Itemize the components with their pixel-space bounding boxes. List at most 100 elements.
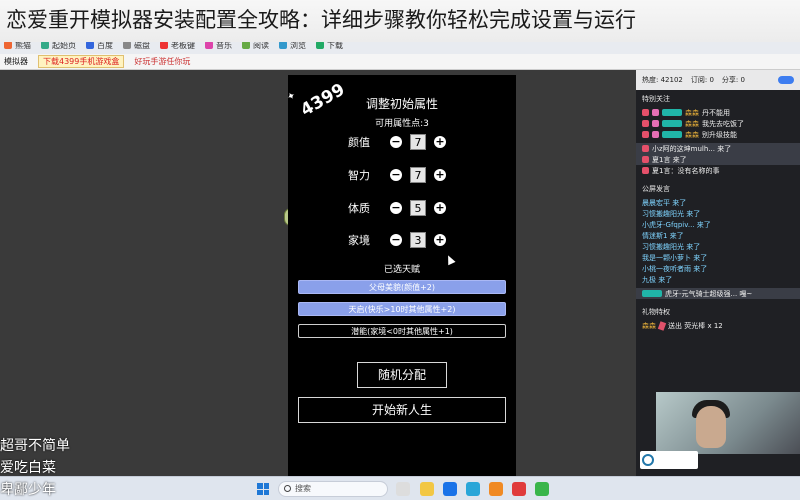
entry-message: 夏1言 来了 xyxy=(636,154,800,165)
increase-button[interactable]: + xyxy=(434,234,446,246)
chat-username[interactable]: 森森 xyxy=(685,119,699,129)
public-text: 我是一颗小萝卜 来了 xyxy=(642,253,708,262)
public-message: 小虎牙-Gfqpiv... 来了 xyxy=(636,219,800,230)
attribute-row-family: 家境 − 3 + xyxy=(348,231,446,249)
gift-message: 森森 送出 荧光棒 x 12 xyxy=(636,320,800,331)
gift-text: 送出 荧光棒 x 12 xyxy=(668,321,723,330)
public-text: 情迷斯1 来了 xyxy=(642,231,684,240)
user-icon xyxy=(642,167,649,174)
logo-circle-icon xyxy=(642,454,654,466)
panda-icon xyxy=(4,41,12,49)
increase-button[interactable]: + xyxy=(434,169,446,181)
public-message: 小桃一夜听者雨 来了 xyxy=(636,263,800,274)
chat-message: 森森 我先去吃饭了 xyxy=(636,118,800,129)
chat-text: 丹不能用 xyxy=(702,108,730,117)
public-chat-header: 公屏发言 xyxy=(642,185,670,193)
highlight-header: 特别关注 xyxy=(642,95,670,103)
available-points: 可用属性点:3 xyxy=(375,119,429,129)
gift-badge-icon xyxy=(652,131,659,138)
page-title: 调整初始属性 xyxy=(365,97,438,111)
level-badge-icon xyxy=(662,131,682,138)
chat-username[interactable]: 森森 xyxy=(685,108,699,118)
taskbar-search[interactable]: 搜索 xyxy=(278,481,388,497)
chat-message: 森森 丹不能用 xyxy=(636,107,800,118)
decrease-button[interactable]: − xyxy=(390,136,402,148)
decrease-button[interactable]: − xyxy=(390,234,402,246)
chat-username[interactable]: 森森 xyxy=(685,130,699,140)
attribute-row-constitution: 体质 − 5 + xyxy=(348,199,446,217)
start-icon[interactable] xyxy=(257,483,269,495)
attribute-row-looks: 颜值 − 7 + xyxy=(348,133,446,151)
public-text: 小虎牙-Gfqpiv... 来了 xyxy=(642,220,711,229)
task-view-icon[interactable] xyxy=(396,482,410,496)
gift-header: 礼物特权 xyxy=(642,308,670,316)
browse-icon xyxy=(279,41,287,49)
public-text: 小桃一夜听者雨 来了 xyxy=(642,264,708,273)
talent-item[interactable]: 天启(快乐>10时其他属性+2) xyxy=(298,302,506,316)
streamer-webcam xyxy=(656,392,800,454)
talent-item[interactable]: 父母美貌(颜值+2) xyxy=(298,280,506,294)
banner-text: 虎牙-元气骑士超级强... 嘎~ xyxy=(665,289,753,298)
site-watermark-logo xyxy=(640,451,698,469)
fan-badge-icon xyxy=(642,109,649,116)
user-icon xyxy=(642,145,649,152)
viewer-name: 爱吃白菜 xyxy=(0,460,56,476)
decrease-button[interactable]: − xyxy=(390,169,402,181)
home-icon xyxy=(41,41,49,49)
windows-taskbar: 搜索 xyxy=(0,476,800,500)
viewer-name: 卑鄙少年 xyxy=(0,482,56,498)
banner-badge-icon xyxy=(642,290,662,297)
gift-badge-icon xyxy=(652,109,659,116)
share-count: 分享: 0 xyxy=(721,76,745,84)
hot-count: 热度: 42102 xyxy=(642,76,683,84)
attribute-value: 7 xyxy=(410,167,426,183)
attribute-label: 家境 xyxy=(348,234,370,247)
talent-item[interactable]: 潜能(家境<0时其他属性+1) xyxy=(298,324,506,338)
music-icon xyxy=(205,41,213,49)
app-red-icon[interactable] xyxy=(512,482,526,496)
book-icon xyxy=(242,41,250,49)
viewer-name: 超哥不简单 xyxy=(0,438,70,454)
level-badge-icon xyxy=(662,109,682,116)
disk-icon xyxy=(123,41,131,49)
public-text: 习惯搬趣阳光 来了 xyxy=(642,242,701,251)
app-info-bar: 模拟器 下载4399手机游戏盒 好玩手游任你玩 xyxy=(0,54,800,70)
search-icon xyxy=(284,485,291,492)
public-message: 习惯搬趣阳光 来了 xyxy=(636,241,800,252)
article-title-banner: 恋爱重开模拟器安装配置全攻略：详细步骤教你轻松完成设置与运行 xyxy=(0,0,800,42)
entry-message: 夏1言：没有名称的事 xyxy=(636,165,800,176)
download-icon xyxy=(316,41,324,49)
chat-text: 我先去吃饭了 xyxy=(702,119,744,128)
public-message: 晨晨宏平 来了 xyxy=(636,197,800,208)
decrease-button[interactable]: − xyxy=(390,202,402,214)
increase-button[interactable]: + xyxy=(434,136,446,148)
download-ad[interactable]: 下载4399手机游戏盒 xyxy=(38,55,125,68)
start-new-life-button[interactable]: 开始新人生 xyxy=(298,397,506,423)
increase-button[interactable]: + xyxy=(434,202,446,214)
boss-key-icon xyxy=(160,41,168,49)
public-message: 习惯搬趣阳光 来了 xyxy=(636,208,800,219)
fan-badge-icon xyxy=(642,131,649,138)
public-message: 情迷斯1 来了 xyxy=(636,230,800,241)
system-banner-message: 虎牙-元气骑士超级强... 嘎~ xyxy=(636,288,800,299)
entry-text: 夏1言：没有名称的事 xyxy=(652,166,720,175)
store-icon[interactable] xyxy=(443,482,457,496)
app-orange-icon[interactable] xyxy=(489,482,503,496)
gift-username[interactable]: 森森 xyxy=(642,321,656,331)
level-badge-icon xyxy=(662,120,682,127)
attribute-label: 颜值 xyxy=(348,136,370,149)
download-ad-tagline[interactable]: 好玩手游任你玩 xyxy=(134,56,190,67)
edge-icon[interactable] xyxy=(466,482,480,496)
file-explorer-icon[interactable] xyxy=(420,482,434,496)
public-text: 晨晨宏平 来了 xyxy=(642,198,687,207)
attribute-value: 3 xyxy=(410,232,426,248)
baidu-icon xyxy=(86,41,94,49)
attribute-label: 智力 xyxy=(348,169,370,182)
app-green-icon[interactable] xyxy=(535,482,549,496)
random-allocate-button[interactable]: 随机分配 xyxy=(357,362,447,388)
user-icon xyxy=(642,156,649,163)
toggle-switch[interactable] xyxy=(778,76,794,84)
attribute-row-intelligence: 智力 − 7 + xyxy=(348,166,446,184)
search-placeholder: 搜索 xyxy=(295,484,311,493)
chat-message: 森森 别升级技能 xyxy=(636,129,800,140)
